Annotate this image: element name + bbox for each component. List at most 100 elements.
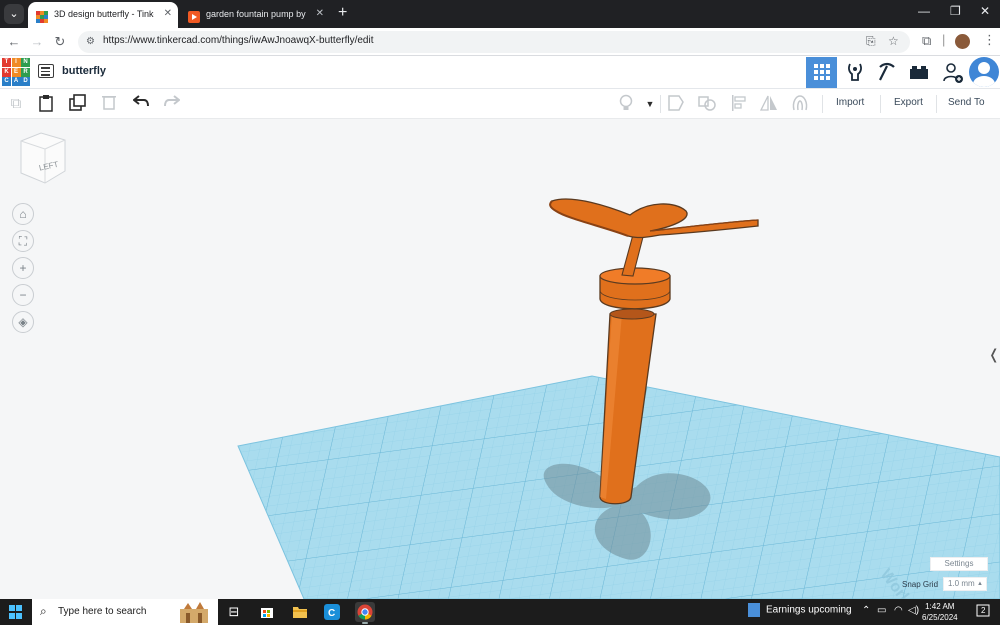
install-app-icon[interactable]: ⎘ <box>866 34 876 49</box>
redo-icon[interactable] <box>162 94 182 114</box>
logo-letter: A <box>11 77 21 86</box>
maximize-icon[interactable]: ❐ <box>950 4 961 18</box>
logo-letter: C <box>2 77 11 86</box>
tab-search-button[interactable]: ⌄ <box>4 4 24 24</box>
browser-profile-icon[interactable] <box>955 34 970 49</box>
file-explorer-icon[interactable] <box>290 602 310 622</box>
home-view-icon[interactable]: ⌂ <box>12 203 34 225</box>
notifications-icon[interactable]: 2 <box>976 604 990 618</box>
snap-grid-value: 1.0 mm <box>948 579 975 588</box>
snap-grid-select[interactable]: 1.0 mm ▲ <box>943 577 987 591</box>
light-bulb-icon[interactable] <box>616 94 636 114</box>
paste-icon[interactable] <box>36 94 56 114</box>
tinkercad-favicon-icon <box>36 8 48 23</box>
chevron-left-icon[interactable]: ❬ <box>988 346 1000 363</box>
sim-lab-button[interactable] <box>839 57 870 88</box>
delete-icon[interactable] <box>99 94 119 114</box>
3d-workspace[interactable]: Workplane LEFT <box>0 119 1000 599</box>
snap-grid-label: Snap Grid <box>902 580 939 589</box>
undo-icon[interactable] <box>131 94 151 114</box>
send-to-button[interactable]: Send To <box>948 97 985 108</box>
search-highlight-icon <box>180 602 208 623</box>
zoom-out-icon[interactable]: − <box>12 284 34 306</box>
3d-scene[interactable]: Workplane <box>0 119 1000 599</box>
chrome-taskbar-icon[interactable] <box>355 602 375 624</box>
tab-title: 3D design butterfly - Tinkercad <box>54 9 154 19</box>
browser-nav-bar: ← → ↻ ⚙ https://www.tinkercad.com/things… <box>0 28 1000 56</box>
minimize-icon[interactable]: — <box>918 4 930 18</box>
fit-view-icon[interactable]: ⛶ <box>12 230 34 252</box>
close-tab-icon[interactable]: ✕ <box>164 2 172 26</box>
grid-view-icon <box>813 64 830 80</box>
tab-fountain-pump[interactable]: garden fountain pump by Chris ✕ <box>180 2 330 28</box>
grid-view-button[interactable] <box>806 57 837 88</box>
canva-app-icon[interactable]: C <box>322 602 342 622</box>
active-indicator <box>362 622 368 624</box>
close-tab-icon[interactable]: ✕ <box>316 2 324 26</box>
url-text[interactable]: https://www.tinkercad.com/things/iwAwJno… <box>103 35 374 46</box>
logo-letter: E <box>11 67 21 77</box>
news-label: Earnings upcoming <box>766 604 852 616</box>
logo-letter: K <box>2 67 11 77</box>
perspective-icon[interactable]: ◈ <box>12 311 34 333</box>
windows-taskbar: ⌕ Type here to search ⊟ C Earnings upcom… <box>0 599 1000 625</box>
logo-letter: N <box>21 58 30 67</box>
wifi-icon[interactable]: ◠ <box>894 605 903 616</box>
cruise-icon[interactable] <box>790 94 810 114</box>
view-cube[interactable]: LEFT <box>17 131 69 194</box>
svg-text:C: C <box>328 608 335 619</box>
workplane-settings-button[interactable]: Settings <box>930 557 988 571</box>
minecraft-mode-button[interactable] <box>871 57 902 88</box>
divider <box>880 95 881 113</box>
tinkercad-logo[interactable]: T I N K E R C A D <box>2 58 30 86</box>
browser-menu-icon[interactable]: ⋮ <box>983 32 996 48</box>
close-window-icon[interactable]: ✕ <box>980 4 990 18</box>
duplicate-icon[interactable] <box>68 94 88 114</box>
brick-icon <box>909 66 928 79</box>
add-user-icon <box>942 63 963 83</box>
chevron-down-icon[interactable]: ▼ <box>640 94 660 114</box>
group-icon[interactable] <box>666 94 686 114</box>
tab-tinkercad[interactable]: 3D design butterfly - Tinkercad ✕ <box>28 2 178 28</box>
site-info-icon[interactable]: ⚙ <box>86 36 95 47</box>
battery-icon[interactable]: ▭ <box>877 605 886 616</box>
news-widget[interactable]: Earnings upcoming <box>748 603 852 617</box>
design-menu-icon[interactable] <box>38 64 54 78</box>
chevron-up-icon[interactable]: ⌃ <box>862 605 870 616</box>
browser-tab-strip: ⌄ 3D design butterfly - Tinkercad ✕ gard… <box>0 0 1000 28</box>
system-clock[interactable]: 1:42 AM 6/25/2024 <box>922 601 958 623</box>
chevron-up-down-icon: ▲ <box>977 581 983 587</box>
mirror-icon[interactable] <box>759 94 779 114</box>
logo-letter: R <box>21 67 30 77</box>
design-title[interactable]: butterfly <box>62 65 106 77</box>
taskbar-search[interactable]: ⌕ Type here to search <box>32 599 218 625</box>
forward-arrow-icon[interactable]: → <box>27 32 47 52</box>
brick-mode-button[interactable] <box>903 57 934 88</box>
ungroup-icon[interactable] <box>697 94 717 114</box>
extensions-icon[interactable]: ⧉ <box>922 33 931 49</box>
reload-icon[interactable]: ↻ <box>50 32 70 52</box>
zoom-in-icon[interactable]: + <box>12 257 34 279</box>
bookmark-star-icon[interactable]: ☆ <box>888 34 899 48</box>
align-icon[interactable] <box>729 94 749 114</box>
copy-icon[interactable]: ⧉ <box>6 94 26 114</box>
volume-icon[interactable]: ◁) <box>908 605 919 616</box>
edit-toolbar: ⧉ ▼ Import Export Send To <box>0 89 1000 119</box>
video-favicon-icon <box>188 8 200 23</box>
profile-avatar[interactable] <box>969 57 999 87</box>
invite-user-button[interactable] <box>937 57 968 88</box>
import-button[interactable]: Import <box>836 97 864 108</box>
tab-title: garden fountain pump by Chris <box>206 9 306 19</box>
divider <box>822 95 823 113</box>
microsoft-store-icon[interactable] <box>257 602 277 622</box>
address-bar[interactable]: ⚙ https://www.tinkercad.com/things/iwAwJ… <box>78 31 910 53</box>
export-button[interactable]: Export <box>894 97 923 108</box>
task-view-icon[interactable]: ⊟ <box>224 602 244 622</box>
new-tab-button[interactable]: + <box>338 4 347 22</box>
logo-letter: D <box>21 77 30 86</box>
back-arrow-icon[interactable]: ← <box>4 32 24 52</box>
divider <box>936 95 937 113</box>
app-header: T I N K E R C A D butterfly <box>0 56 1000 89</box>
windows-start-icon[interactable] <box>9 605 23 619</box>
pickaxe-icon <box>878 62 895 81</box>
